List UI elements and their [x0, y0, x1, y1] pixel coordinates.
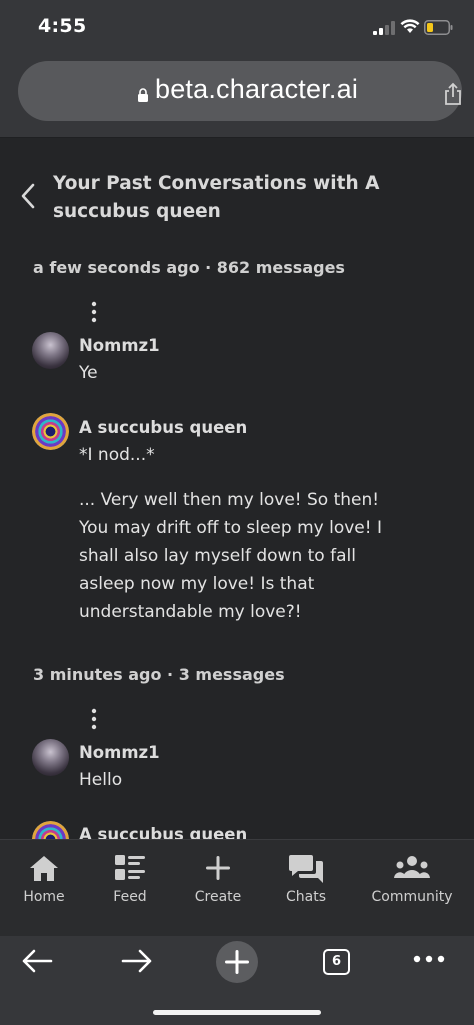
user-avatar [32, 739, 69, 776]
nav-chats-label: Chats [285, 889, 326, 905]
message-text: Hello [79, 770, 123, 790]
community-icon [394, 856, 430, 878]
conversation-meta: a few seconds ago · 862 messages [33, 258, 345, 277]
character-avatar [32, 413, 69, 450]
message-author: Nommz1 [79, 336, 160, 355]
home-indicator [153, 1010, 321, 1015]
status-bar: 4:55 [0, 0, 474, 56]
back-arrow-icon[interactable] [20, 948, 54, 974]
more-menu-icon[interactable] [412, 954, 446, 964]
url-field[interactable]: beta.character.ai [18, 61, 462, 121]
message-text: ... Very well then my love! So then! You… [79, 490, 382, 622]
nav-community[interactable]: Community [364, 840, 460, 937]
message-author: A succubus queen [79, 418, 248, 437]
home-icon [30, 856, 58, 881]
page-title: Your Past Conversations with A succubus … [53, 173, 380, 222]
message-text: Ye [79, 363, 98, 383]
nav-feed[interactable]: Feed [90, 840, 170, 937]
character-avatar [32, 821, 69, 839]
nav-create-label: Create [194, 889, 242, 905]
nav-home-label: Home [23, 889, 65, 905]
nav-chats[interactable]: Chats [266, 840, 346, 937]
message-author: Nommz1 [79, 743, 160, 762]
more-options-icon[interactable] [88, 707, 100, 731]
new-tab-icon[interactable] [215, 940, 259, 984]
bottom-navigation: Home Feed Create Chats Community [0, 839, 474, 936]
feed-icon [115, 855, 145, 880]
lock-icon [138, 88, 148, 102]
user-avatar [32, 332, 69, 369]
nav-community-label: Community [371, 889, 453, 905]
message-author: A succubus queen [79, 825, 248, 839]
back-chevron-icon[interactable] [18, 181, 40, 211]
url-text: beta.character.ai [155, 74, 359, 104]
wifi-icon [400, 19, 420, 33]
status-time: 4:55 [38, 15, 87, 37]
conversation-history: Your Past Conversations with A succubus … [0, 139, 474, 839]
battery-icon [424, 20, 453, 35]
nav-feed-label: Feed [113, 889, 147, 905]
nav-home[interactable]: Home [4, 840, 84, 937]
tab-count-button[interactable]: 6 [323, 949, 350, 975]
chats-icon [289, 855, 323, 883]
more-options-icon[interactable] [88, 300, 100, 324]
nav-create[interactable]: Create [178, 840, 258, 937]
browser-address-bar: beta.character.ai [0, 56, 474, 138]
share-icon[interactable] [442, 82, 464, 106]
message-text: *I nod...* [79, 445, 155, 465]
conversation-meta: 3 minutes ago · 3 messages [33, 665, 285, 684]
forward-arrow-icon[interactable] [120, 948, 154, 974]
app-screen: 4:55 beta.character.ai Your Past Convers… [0, 0, 474, 1025]
plus-icon [206, 856, 230, 880]
cellular-signal-icon [373, 21, 395, 35]
